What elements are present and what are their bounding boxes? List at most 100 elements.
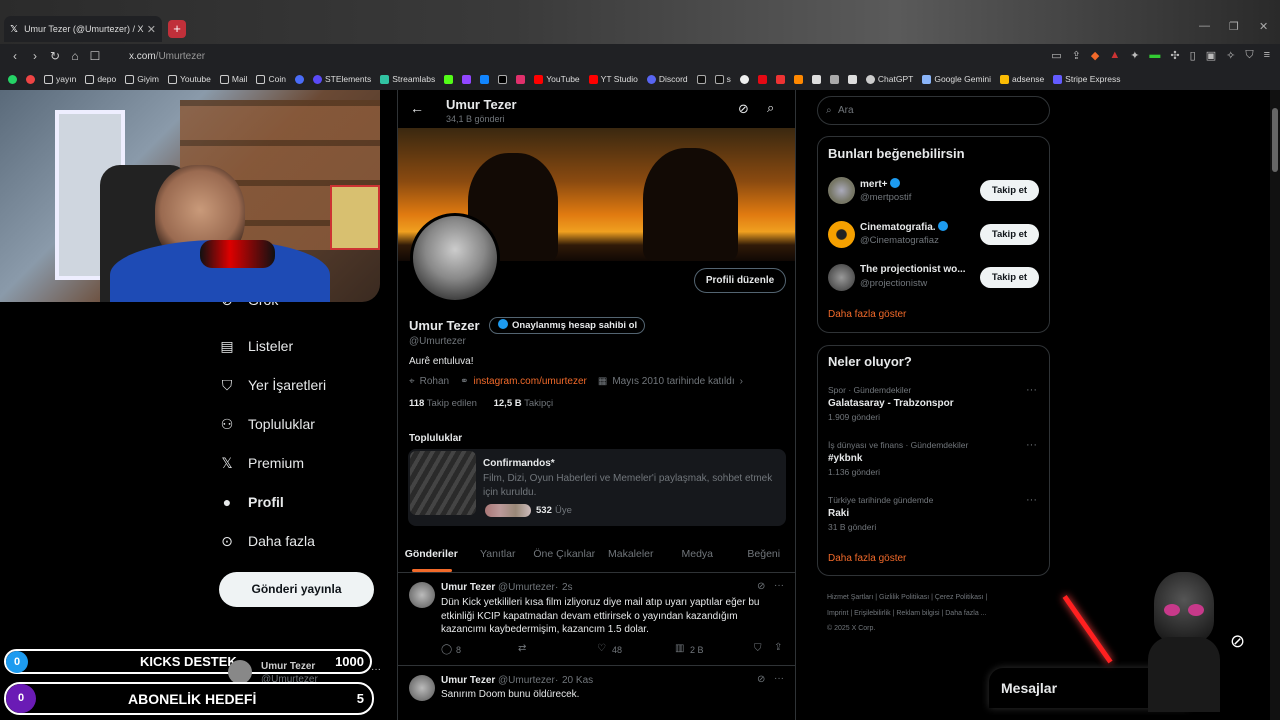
edit-profile-button[interactable]: Profili düzenle (694, 268, 786, 293)
share-icon[interactable]: ⇪ (1072, 49, 1081, 62)
bookmark-stripe[interactable]: Stripe Express (1053, 74, 1120, 84)
bookmark-tiktok-icon[interactable] (696, 74, 706, 84)
suggestion-name[interactable]: The projectionist wo... (860, 264, 966, 275)
bookmark-chrome[interactable] (26, 74, 35, 84)
bookmark-icon[interactable] (811, 74, 821, 84)
suggestion-avatar[interactable] (828, 177, 855, 204)
account-more-icon[interactable]: ··· (371, 664, 381, 675)
chevron-right-icon[interactable]: › (740, 376, 743, 387)
bookmark-youtube[interactable]: YouTube (534, 74, 580, 84)
trend-more-icon[interactable]: ··· (1026, 439, 1037, 451)
tab-articles[interactable]: Makaleler (598, 535, 665, 572)
tweet-author[interactable]: Umur Tezer (441, 675, 495, 686)
suggestion-avatar[interactable] (828, 264, 855, 291)
search-input[interactable]: ⌕ Ara (817, 96, 1050, 125)
close-window-icon[interactable]: ✕ (1259, 20, 1268, 33)
trend-item[interactable]: Spor · Gündemdekiler Galatasaray - Trabz… (818, 384, 1049, 434)
bookmark-folder[interactable]: Mail (219, 74, 247, 84)
bookmark-link[interactable]: STElements (312, 74, 371, 84)
tweet-more-icon[interactable]: ··· (774, 673, 784, 684)
follow-button[interactable]: Takip et (980, 224, 1039, 245)
tweet-handle[interactable]: @Umurtezer (498, 582, 555, 593)
browser-tab[interactable]: 𝕏 Umur Tezer (@Umurtezer) / X ✕ (4, 16, 162, 42)
menu-icon[interactable]: ≡ (1264, 49, 1270, 62)
nav-premium[interactable]: 𝕏 Premium (219, 443, 326, 482)
views-icon[interactable]: ▥ (675, 643, 684, 654)
grok-summary-icon[interactable]: ⊘ (738, 101, 749, 117)
profile-link[interactable]: instagram.com/umurtezer (474, 376, 587, 387)
tweet[interactable]: Umur Tezer @Umurtezer · 20 Kas ⊘ ··· San… (398, 667, 795, 720)
following-count[interactable]: 118 (409, 398, 424, 409)
bookmark-folder[interactable]: depo (85, 74, 116, 84)
show-more-link[interactable]: Daha fazla göster (828, 309, 906, 320)
trend-more-icon[interactable]: ··· (1026, 494, 1037, 506)
close-tab-icon[interactable]: ✕ (147, 23, 156, 36)
bookmark-adsense[interactable]: adsense (1000, 74, 1044, 84)
tweet-author[interactable]: Umur Tezer (441, 582, 495, 593)
suggestion-name[interactable]: Cinematografia. (860, 221, 948, 233)
bookmark-icon[interactable]: ⛉ (754, 643, 762, 654)
bookmark-netflix-icon[interactable] (757, 74, 767, 84)
bookmark-icon[interactable] (793, 74, 803, 84)
reply-icon[interactable]: ◯ (441, 644, 452, 655)
show-more-link[interactable]: Daha fazla göster (828, 553, 906, 564)
nav-communities[interactable]: ⚇ Topluluklar (219, 404, 326, 443)
tweet-avatar[interactable] (409, 675, 435, 701)
cast-icon[interactable]: ▭ (1051, 49, 1061, 62)
suggestion-name[interactable]: mert+ (860, 178, 900, 190)
back-icon[interactable]: ‹ (5, 49, 25, 63)
tab-replies[interactable]: Yanıtlar (465, 535, 532, 572)
tweet-time[interactable]: 2s (562, 582, 573, 593)
trend-item[interactable]: Türkiye tarihinde gündemde Raki 31 B gön… (818, 494, 1049, 544)
tweet-more-icon[interactable]: ··· (774, 580, 784, 591)
verify-badge-button[interactable]: Onaylanmış hesap sahibi ol (489, 317, 646, 334)
reload-icon[interactable]: ↻ (45, 49, 65, 63)
grok-explain-icon[interactable]: ⊘ (757, 581, 765, 592)
share-icon[interactable]: ⇪ (774, 642, 782, 653)
home-icon[interactable]: ⌂ (65, 49, 85, 63)
bookmark-link[interactable]: Streamlabs (380, 74, 435, 84)
brave-shield-icon[interactable]: ◆ (1091, 49, 1099, 62)
new-tab-button[interactable]: + (168, 20, 186, 38)
footer-line[interactable]: Imprint | Erişilebilirlik | Reklam bilgi… (827, 606, 987, 622)
bookmark-bluesky-icon[interactable] (480, 74, 490, 84)
tab-posts[interactable]: Gönderiler (398, 535, 465, 572)
tweet-handle[interactable]: @Umurtezer (498, 675, 555, 686)
tweet-time[interactable]: 20 Kas (562, 675, 593, 686)
community-card[interactable]: Confirmandos* Film, Dizi, Oyun Haberleri… (408, 449, 786, 526)
bookmark-whatsapp[interactable] (8, 74, 17, 84)
followers-label[interactable]: Takipçi (524, 398, 553, 409)
bookmark-discord[interactable]: Discord (646, 74, 688, 84)
bookmark-folder[interactable]: Giyim (125, 74, 159, 84)
extension-icon-2[interactable]: ▬ (1149, 49, 1160, 62)
tweet[interactable]: Umur Tezer @Umurtezer · 2s ⊘ ··· Dün Kic… (398, 574, 795, 666)
bookmark-icon[interactable] (739, 74, 749, 84)
follow-button[interactable]: Takip et (980, 267, 1039, 288)
bookmark-page-icon[interactable]: ☐ (85, 49, 105, 63)
tab-media[interactable]: Medya (664, 535, 731, 572)
like-icon[interactable]: ♡ (597, 643, 606, 654)
grok-explain-icon[interactable]: ⊘ (757, 674, 765, 685)
bookmark-folder[interactable]: Coin (256, 74, 286, 84)
bookmark-twitch-icon[interactable] (462, 74, 472, 84)
scrollbar[interactable] (1270, 90, 1280, 720)
url-field[interactable]: x.com/Umurtezer (129, 51, 205, 62)
follow-button[interactable]: Takip et (980, 180, 1039, 201)
grok-floating-icon[interactable]: ⊘ (1230, 631, 1245, 652)
following-label[interactable]: Takip edilen (427, 398, 477, 409)
vpn-icon[interactable]: ⛉ (1245, 49, 1253, 62)
bookmark-folder[interactable]: Youtube (167, 74, 211, 84)
tab-likes[interactable]: Beğeni (731, 535, 796, 572)
followers-count[interactable]: 12,5 B (494, 398, 522, 409)
extension-icon[interactable]: ✦ (1130, 49, 1139, 62)
bookmark-icon[interactable] (829, 74, 839, 84)
bookmark-link[interactable] (294, 74, 304, 84)
nav-more[interactable]: ⊙ Daha fazla (219, 521, 326, 560)
leo-icon[interactable]: ✧ (1226, 49, 1235, 62)
bookmark-gemini[interactable]: Google Gemini (922, 74, 991, 84)
bookmark-icon[interactable] (847, 74, 857, 84)
nav-bookmarks[interactable]: ⛉ Yer İşaretleri (219, 365, 326, 404)
footer-line[interactable]: Hizmet Şartları | Gizlilik Politikası | … (827, 590, 987, 606)
maximize-icon[interactable]: ❐ (1229, 20, 1239, 33)
repost-icon[interactable]: ⇄ (518, 643, 526, 654)
